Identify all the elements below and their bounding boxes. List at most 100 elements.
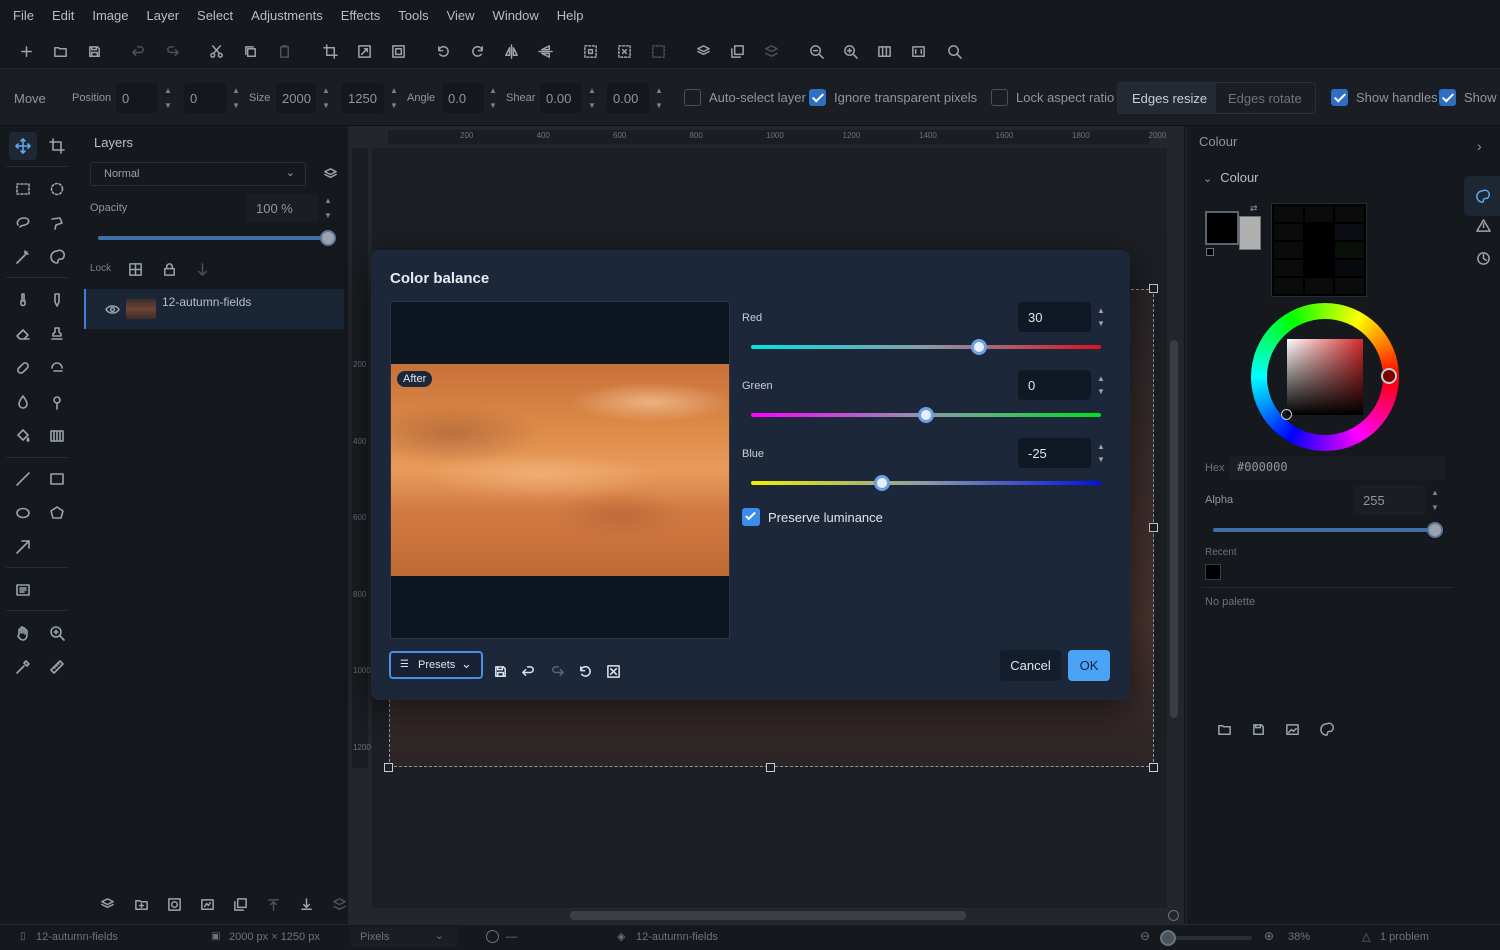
color-mixer-grid[interactable] bbox=[1271, 203, 1367, 297]
undo-icon[interactable] bbox=[128, 41, 148, 61]
ignore-transparent-checkbox[interactable] bbox=[809, 89, 826, 106]
green-stepper[interactable]: ▲ ▼ bbox=[1095, 372, 1107, 398]
reset-icon[interactable] bbox=[576, 662, 594, 680]
transform-handle-bottom-right[interactable] bbox=[1149, 763, 1158, 772]
transform-handle-bottom-left[interactable] bbox=[384, 763, 393, 772]
presets-button[interactable]: ☰ Presets ⌄ bbox=[389, 651, 483, 679]
deselect-icon[interactable] bbox=[614, 41, 634, 61]
new-file-icon[interactable] bbox=[16, 41, 36, 61]
polygon-shape-icon[interactable] bbox=[43, 499, 71, 527]
duplicate-layer-icon[interactable] bbox=[232, 896, 248, 912]
layer-effects-icon[interactable] bbox=[199, 896, 215, 912]
palette-settings-icon[interactable] bbox=[1318, 721, 1334, 737]
palette-tab[interactable] bbox=[1464, 176, 1500, 216]
menu-item-view[interactable]: View bbox=[438, 0, 484, 32]
redo-icon[interactable] bbox=[162, 41, 182, 61]
healing-tool-icon[interactable] bbox=[9, 354, 37, 382]
zoom-in-icon[interactable] bbox=[840, 41, 860, 61]
primary-color-swatch[interactable] bbox=[1205, 211, 1239, 245]
actual-size-icon[interactable] bbox=[908, 41, 928, 61]
rotate-right-icon[interactable] bbox=[467, 41, 487, 61]
compare-icon[interactable] bbox=[604, 662, 622, 680]
add-group-icon[interactable] bbox=[133, 896, 149, 912]
zoom-slider-knob[interactable] bbox=[1160, 930, 1176, 946]
duplicate-layer-icon[interactable] bbox=[727, 41, 747, 61]
invert-selection-icon[interactable] bbox=[648, 41, 668, 61]
position-y-stepper[interactable]: ▲ ▼ bbox=[230, 83, 242, 113]
center-view-icon[interactable] bbox=[1168, 910, 1179, 921]
dodge-tool-icon[interactable] bbox=[43, 388, 71, 416]
save-icon[interactable] bbox=[84, 41, 104, 61]
menu-item-image[interactable]: Image bbox=[83, 0, 137, 32]
red-slider-knob[interactable] bbox=[970, 339, 987, 355]
fill-bucket-icon[interactable] bbox=[9, 422, 37, 450]
zoom-out-icon[interactable] bbox=[806, 41, 826, 61]
ellipse-shape-icon[interactable] bbox=[9, 499, 37, 527]
lock-aspect-checkbox[interactable] bbox=[991, 89, 1008, 106]
move-layer-up-icon[interactable] bbox=[265, 896, 281, 912]
add-mask-icon[interactable] bbox=[166, 896, 182, 912]
open-palette-icon[interactable] bbox=[1216, 721, 1232, 737]
history-icon[interactable] bbox=[1475, 250, 1491, 266]
save-preset-icon[interactable] bbox=[491, 662, 509, 680]
select-all-icon[interactable] bbox=[580, 41, 600, 61]
zoom-in-icon[interactable]: ⊕ bbox=[1264, 929, 1274, 943]
saturation-value-square[interactable] bbox=[1287, 339, 1363, 415]
swap-colors-icon[interactable]: ⇄ bbox=[1250, 203, 1258, 214]
blue-slider-knob[interactable] bbox=[874, 475, 891, 491]
menu-item-file[interactable]: File bbox=[4, 0, 43, 32]
vertical-scrollbar[interactable] bbox=[1170, 340, 1178, 718]
copy-icon[interactable] bbox=[240, 41, 260, 61]
resize-image-icon[interactable] bbox=[354, 41, 374, 61]
preserve-luminance-checkbox[interactable] bbox=[742, 508, 760, 526]
transform-handle-bottom-center[interactable] bbox=[766, 763, 775, 772]
fit-to-window-icon[interactable] bbox=[874, 41, 894, 61]
status-problems[interactable]: 1 problem bbox=[1380, 931, 1429, 943]
zoom-slider-track[interactable] bbox=[1160, 930, 1252, 946]
menu-item-tools[interactable]: Tools bbox=[389, 0, 437, 32]
sv-picker-knob[interactable] bbox=[1281, 409, 1292, 420]
color-select-icon[interactable] bbox=[43, 243, 71, 271]
show-handles-checkbox[interactable] bbox=[1331, 89, 1348, 106]
layer-stack-icon[interactable] bbox=[322, 166, 338, 182]
lock-pixels-icon[interactable] bbox=[127, 261, 143, 277]
transform-handle-right[interactable] bbox=[1149, 523, 1158, 532]
auto-select-checkbox[interactable] bbox=[684, 89, 701, 106]
polygon-lasso-icon[interactable] bbox=[43, 209, 71, 237]
cut-icon[interactable] bbox=[206, 41, 226, 61]
menu-item-help[interactable]: Help bbox=[548, 0, 593, 32]
add-layer-icon[interactable] bbox=[693, 41, 713, 61]
chevron-right-icon[interactable]: › bbox=[1477, 138, 1482, 154]
smudge-tool-icon[interactable] bbox=[43, 354, 71, 382]
flip-vertical-icon[interactable] bbox=[535, 41, 555, 61]
warning-icon[interactable] bbox=[1475, 217, 1491, 233]
gradient-tool-icon[interactable] bbox=[43, 422, 71, 450]
blur-tool-icon[interactable] bbox=[9, 388, 37, 416]
transform-handle-top-right[interactable] bbox=[1149, 284, 1158, 293]
horizontal-scrollbar[interactable] bbox=[570, 911, 966, 920]
crop-tool-icon[interactable] bbox=[43, 132, 71, 160]
rectangle-select-icon[interactable] bbox=[9, 175, 37, 203]
red-input[interactable]: 30 bbox=[1018, 302, 1091, 332]
alpha-input[interactable]: 255 bbox=[1353, 485, 1425, 515]
blend-mode-select[interactable]: Normal ⌄ bbox=[90, 162, 306, 186]
width-input[interactable]: 2000 bbox=[276, 83, 316, 113]
red-stepper[interactable]: ▲ ▼ bbox=[1095, 304, 1107, 330]
hue-picker-knob[interactable] bbox=[1381, 368, 1397, 384]
measure-tool-icon[interactable] bbox=[43, 653, 71, 681]
crop-icon[interactable] bbox=[320, 41, 340, 61]
pencil-tool-icon[interactable] bbox=[43, 286, 71, 314]
merge-down-icon[interactable] bbox=[331, 896, 347, 912]
green-input[interactable]: 0 bbox=[1018, 370, 1091, 400]
brush-tool-icon[interactable] bbox=[9, 286, 37, 314]
eyedropper-tool-icon[interactable] bbox=[9, 653, 37, 681]
eraser-tool-icon[interactable] bbox=[9, 320, 37, 348]
layer-row[interactable]: 12-autumn-fields bbox=[84, 289, 344, 329]
hex-input[interactable]: #000000 bbox=[1229, 456, 1445, 480]
shear-x-input[interactable]: 0.00 bbox=[540, 83, 582, 113]
magic-wand-icon[interactable] bbox=[9, 243, 37, 271]
opacity-slider-track[interactable] bbox=[98, 230, 336, 246]
shear-y-stepper[interactable]: ▲ ▼ bbox=[653, 83, 665, 113]
menu-item-layer[interactable]: Layer bbox=[138, 0, 189, 32]
green-slider-knob[interactable] bbox=[918, 407, 934, 423]
